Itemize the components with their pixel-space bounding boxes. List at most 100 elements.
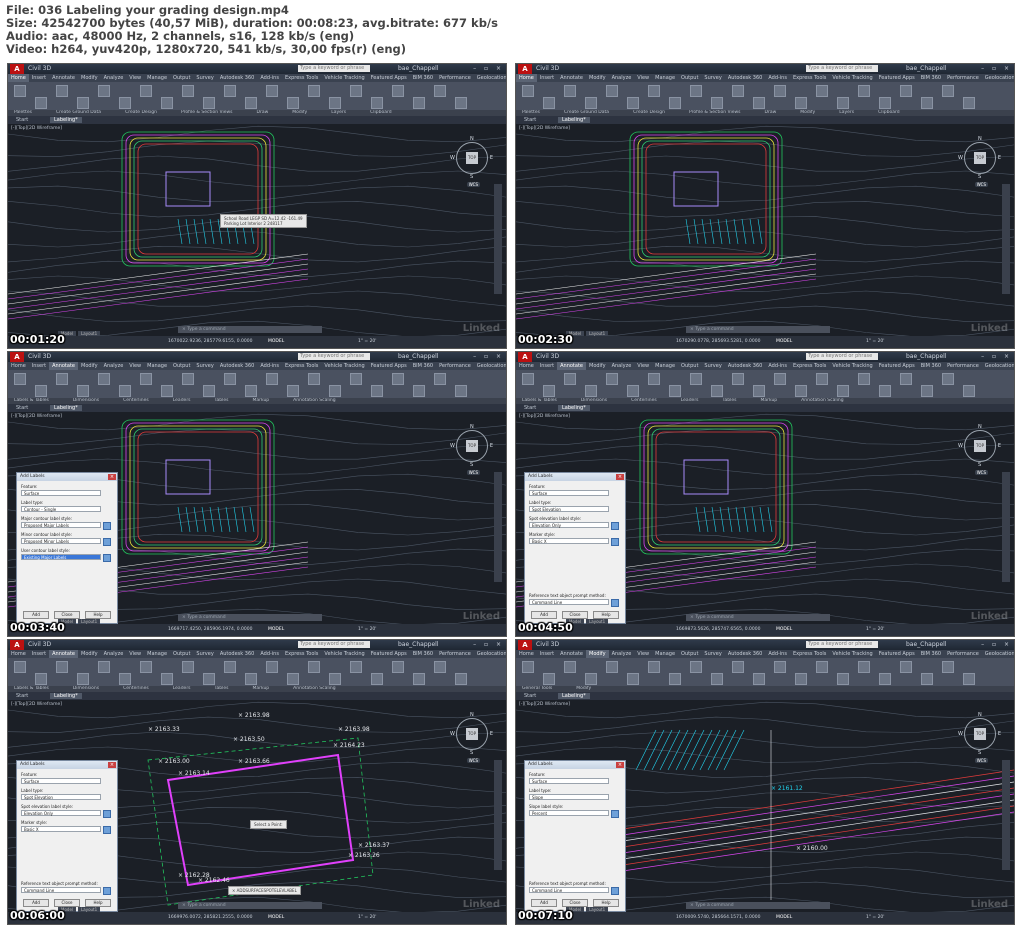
- panel-title[interactable]: Leaders: [173, 686, 191, 691]
- command-line-input[interactable]: × Type a command: [178, 614, 322, 621]
- ribbon-tool-icon[interactable]: [434, 373, 446, 385]
- ribbon-tool-icon[interactable]: [224, 85, 236, 97]
- search-input[interactable]: Type a keyword or phrase: [298, 353, 370, 360]
- window-controls[interactable]: – ▫ ×: [473, 353, 504, 360]
- ribbon-tool-icon[interactable]: [182, 85, 194, 97]
- tab-add-ins[interactable]: Add-ins: [765, 362, 790, 370]
- panel-title[interactable]: Palettes: [14, 110, 32, 115]
- tab-vehicle-tracking[interactable]: Vehicle Tracking: [321, 74, 367, 82]
- panel-title[interactable]: Markup: [253, 398, 270, 403]
- viewcube-face[interactable]: TOP: [974, 152, 986, 164]
- style-edit-button[interactable]: [103, 538, 111, 546]
- command-line-input[interactable]: × Type a command: [178, 326, 322, 333]
- ribbon-tool-icon[interactable]: [690, 85, 702, 97]
- model-space-button[interactable]: MODEL: [776, 339, 792, 344]
- spot-elevation-label[interactable]: × 2163.26: [348, 852, 380, 859]
- ribbon-tool-icon[interactable]: [627, 97, 639, 109]
- ribbon-tool-icon[interactable]: [774, 373, 786, 385]
- label-dropdown[interactable]: Contour - Single: [21, 506, 101, 512]
- tab-featured-apps[interactable]: Featured Apps: [368, 362, 410, 370]
- user-name[interactable]: bae_Chappell: [398, 641, 439, 648]
- tab-add-ins[interactable]: Add-ins: [765, 74, 790, 82]
- panel-title[interactable]: Centerlines: [123, 686, 149, 691]
- tab-home[interactable]: Home: [8, 362, 29, 370]
- tab-bim-360[interactable]: BIM 360: [410, 74, 436, 82]
- ribbon-tool-icon[interactable]: [14, 85, 26, 97]
- viewcube[interactable]: TOP N S E W: [958, 712, 1001, 756]
- tab-vehicle-tracking[interactable]: Vehicle Tracking: [829, 650, 875, 658]
- tab-home[interactable]: Home: [8, 650, 29, 658]
- tab-output[interactable]: Output: [678, 650, 701, 658]
- ribbon-tool-icon[interactable]: [245, 97, 257, 109]
- ribbon-tool-icon[interactable]: [816, 85, 828, 97]
- panel-title[interactable]: Palettes: [522, 110, 540, 115]
- ribbon-tool-icon[interactable]: [837, 97, 849, 109]
- panel-title[interactable]: Create Design: [125, 110, 157, 115]
- ribbon-tool-icon[interactable]: [371, 97, 383, 109]
- ribbon-tool-icon[interactable]: [963, 97, 975, 109]
- tab-analyze[interactable]: Analyze: [609, 74, 635, 82]
- ribbon-tool-icon[interactable]: [879, 385, 891, 397]
- dialog-close-button[interactable]: ×: [616, 762, 624, 768]
- tab-view[interactable]: View: [634, 650, 652, 658]
- tab-output[interactable]: Output: [170, 74, 193, 82]
- tab-vehicle-tracking[interactable]: Vehicle Tracking: [321, 650, 367, 658]
- ribbon-tool-icon[interactable]: [455, 673, 467, 685]
- close-button[interactable]: Close: [54, 611, 80, 619]
- navigation-bar[interactable]: [1002, 760, 1010, 870]
- ribbon-tool-icon[interactable]: [816, 661, 828, 673]
- spot-elevation-label[interactable]: × 2163.33: [148, 726, 180, 733]
- tab-modify[interactable]: Modify: [78, 650, 101, 658]
- doc-tab[interactable]: Labeling*: [558, 693, 590, 699]
- ribbon-tool-icon[interactable]: [98, 373, 110, 385]
- tab-performance[interactable]: Performance: [436, 74, 474, 82]
- panel-title[interactable]: Modify: [576, 686, 591, 691]
- label-dropdown[interactable]: Basic X: [21, 826, 101, 832]
- help-button[interactable]: Help: [593, 611, 619, 619]
- tab-performance[interactable]: Performance: [944, 74, 982, 82]
- tab-survey[interactable]: Survey: [193, 74, 216, 82]
- user-name[interactable]: bae_Chappell: [398, 353, 439, 360]
- model-space-button[interactable]: MODEL: [268, 339, 284, 344]
- ribbon-tool-icon[interactable]: [56, 373, 68, 385]
- doc-tab[interactable]: Labeling*: [558, 117, 590, 123]
- ribbon-tool-icon[interactable]: [140, 373, 152, 385]
- tab-modify[interactable]: Modify: [586, 650, 609, 658]
- ribbon-tool-icon[interactable]: [627, 385, 639, 397]
- label-dropdown[interactable]: Basic X: [529, 538, 609, 544]
- ribbon-tool-icon[interactable]: [14, 373, 26, 385]
- tab-annotate[interactable]: Annotate: [557, 74, 586, 82]
- panel-title[interactable]: Annotation Scaling: [293, 686, 335, 691]
- ribbon-tool-icon[interactable]: [522, 85, 534, 97]
- ribbon-tool-icon[interactable]: [900, 373, 912, 385]
- ribbon-tool-icon[interactable]: [795, 673, 807, 685]
- tab-survey[interactable]: Survey: [701, 650, 724, 658]
- spot-elevation-label[interactable]: × 2161.12: [771, 785, 803, 792]
- annotation-scale[interactable]: 1" = 20': [866, 339, 885, 344]
- tab-bim-360[interactable]: BIM 360: [918, 362, 944, 370]
- tab-analyze[interactable]: Analyze: [101, 650, 127, 658]
- panel-title[interactable]: Create Design: [633, 110, 665, 115]
- style-edit-button[interactable]: [611, 599, 619, 607]
- tab-geolocation[interactable]: Geolocation: [474, 650, 506, 658]
- ribbon-tool-icon[interactable]: [732, 85, 744, 97]
- ribbon-tool-icon[interactable]: [287, 385, 299, 397]
- ribbon-tool-icon[interactable]: [56, 661, 68, 673]
- ribbon-tool-icon[interactable]: [711, 97, 723, 109]
- drawing-viewport[interactable]: [-][Top][2D Wireframe] × 2161.12 × 2160.00…: [516, 700, 1014, 912]
- ribbon-tool-icon[interactable]: [266, 85, 278, 97]
- drawing-viewport[interactable]: [-][Top][2D Wireframe] TOP N S E W WCS: [516, 124, 1014, 336]
- ribbon-tool-icon[interactable]: [161, 673, 173, 685]
- app-logo-icon[interactable]: A: [518, 352, 532, 362]
- add-button[interactable]: Add: [23, 611, 49, 619]
- tab-add-ins[interactable]: Add-ins: [257, 650, 282, 658]
- wcs-menu[interactable]: WCS: [466, 758, 480, 763]
- ribbon-tool-icon[interactable]: [963, 385, 975, 397]
- label-dropdown[interactable]: Command Line: [529, 599, 609, 605]
- ribbon-tool-icon[interactable]: [77, 385, 89, 397]
- tab-geolocation[interactable]: Geolocation: [982, 650, 1014, 658]
- ribbon-tool-icon[interactable]: [203, 97, 215, 109]
- label-dropdown[interactable]: Spot Elevation: [529, 506, 609, 512]
- tab-output[interactable]: Output: [170, 650, 193, 658]
- ribbon-tool-icon[interactable]: [711, 673, 723, 685]
